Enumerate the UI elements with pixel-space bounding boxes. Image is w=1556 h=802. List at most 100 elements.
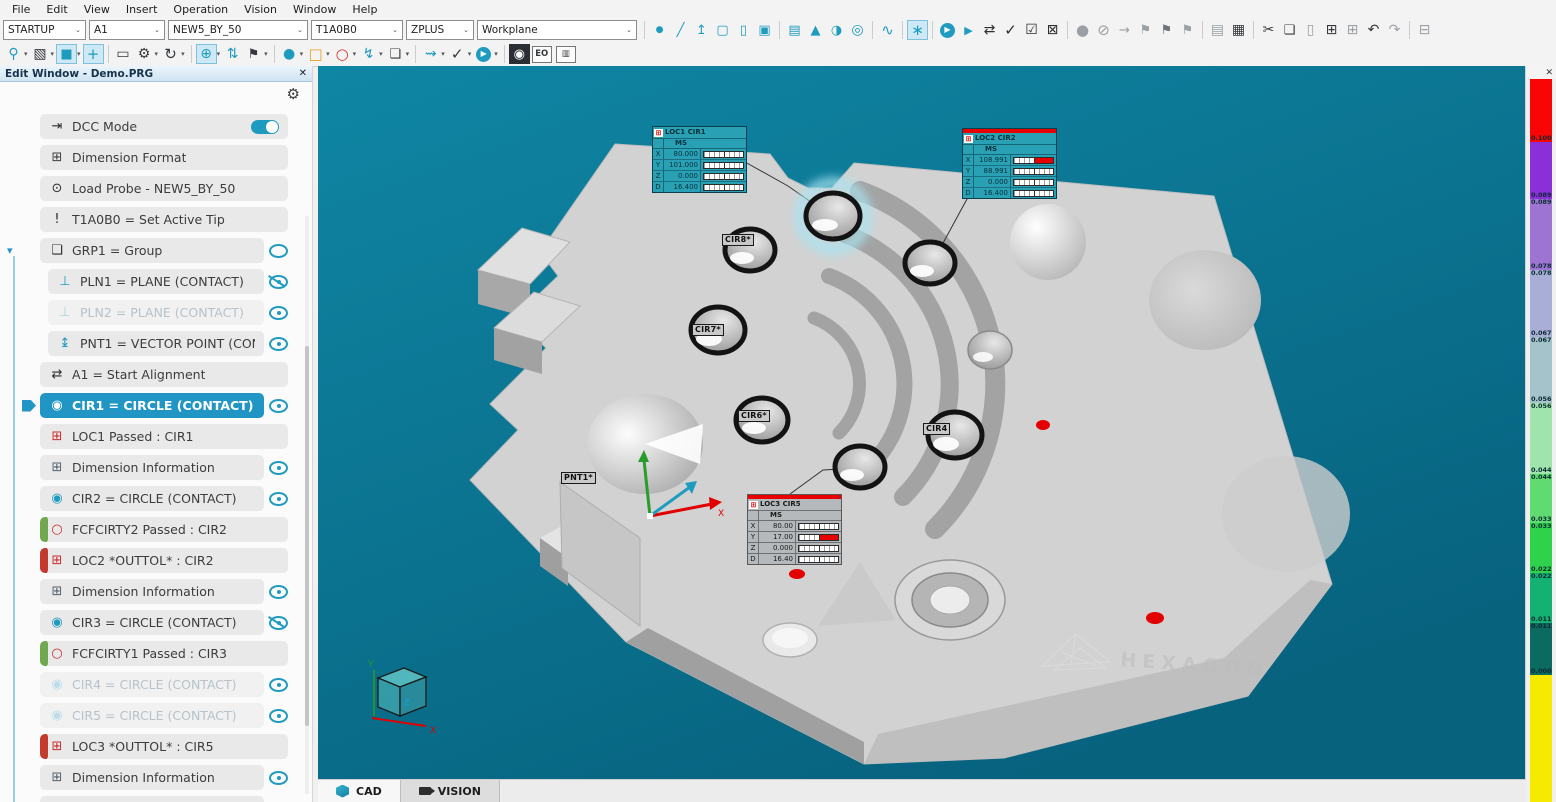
dropdown-caret-icon[interactable]: ▾ bbox=[77, 50, 81, 58]
dcc-mode-toggle[interactable] bbox=[251, 120, 279, 134]
cir1[interactable]: ◉CIR1 = CIRCLE (CONTACT) bbox=[40, 393, 264, 418]
execute-from-cursor-icon[interactable]: ▶ bbox=[958, 20, 979, 40]
undo-icon[interactable]: ↶ bbox=[1363, 20, 1384, 40]
cir-highlighted-hole[interactable] bbox=[800, 183, 866, 249]
loop-icon[interactable]: ⇄ bbox=[979, 20, 1000, 40]
dim-info-2[interactable]: ⊞Dimension Information bbox=[40, 579, 264, 604]
close-icon[interactable]: ✕ bbox=[299, 68, 307, 79]
view-setup-icon[interactable]: ▧ bbox=[30, 44, 51, 64]
scrollbar[interactable] bbox=[305, 216, 309, 794]
pages-icon[interactable]: ❏ bbox=[385, 44, 406, 64]
quick-align-icon[interactable]: ↯ bbox=[358, 44, 379, 64]
eye-icon[interactable] bbox=[269, 337, 288, 351]
vector-point-feature-icon[interactable]: ↥ bbox=[691, 20, 712, 40]
bookmark-insert-icon[interactable]: ⚑ bbox=[1156, 20, 1177, 40]
cir2[interactable]: ◉CIR2 = CIRCLE (CONTACT) bbox=[40, 486, 264, 511]
fcfcirty2[interactable]: ○FCFCIRTY2 Passed : CIR2 bbox=[40, 517, 288, 542]
dropdown-caret-icon[interactable]: ▾ bbox=[181, 50, 185, 58]
dropdown-caret-icon[interactable]: ▾ bbox=[379, 50, 383, 58]
edit-window-titlebar[interactable]: Edit Window - Demo.PRG ✕ bbox=[0, 66, 312, 82]
cir3[interactable]: ◉CIR3 = CIRCLE (CONTACT) bbox=[40, 610, 264, 635]
vector-tool-icon[interactable]: ⇅ bbox=[222, 44, 243, 64]
toolbar-dropdown-workplane[interactable]: Workplane⌄ bbox=[477, 20, 637, 40]
redo-icon[interactable]: ↷ bbox=[1384, 20, 1405, 40]
comment-icon[interactable]: ▭ bbox=[113, 44, 134, 64]
dim-info-1[interactable]: ⊞Dimension Information bbox=[40, 455, 264, 480]
toolbar-dropdown-zplus[interactable]: ZPLUS⌄ bbox=[406, 20, 474, 40]
summary-mode-icon[interactable]: ▤ bbox=[1207, 20, 1228, 40]
cir5-hole[interactable] bbox=[835, 446, 885, 488]
eye-icon[interactable] bbox=[269, 461, 288, 475]
eye-icon[interactable] bbox=[269, 709, 288, 723]
report-pass-icon[interactable]: ☑ bbox=[1021, 20, 1042, 40]
confirm-icon[interactable]: ✓ bbox=[447, 44, 468, 64]
dimension-format[interactable]: ⊞Dimension Format bbox=[40, 145, 288, 170]
a1-start-alignment[interactable]: ⇄A1 = Start Alignment bbox=[40, 362, 288, 387]
play-icon[interactable]: ▶ bbox=[476, 47, 491, 62]
pln1[interactable]: ⊥PLN1 = PLANE (CONTACT) bbox=[48, 269, 264, 294]
eye-icon[interactable] bbox=[269, 771, 288, 785]
dropdown-caret-icon[interactable]: ▾ bbox=[406, 50, 410, 58]
grp1-group[interactable]: ❏GRP1 = Group bbox=[40, 238, 264, 263]
cut-icon[interactable]: ✂ bbox=[1258, 20, 1279, 40]
report-fail-icon[interactable]: ⊠ bbox=[1042, 20, 1063, 40]
eye-icon[interactable] bbox=[269, 678, 288, 692]
dropdown-caret-icon[interactable]: ▾ bbox=[468, 50, 472, 58]
print-icon[interactable]: ⊟ bbox=[1414, 20, 1435, 40]
probe-mode-icon[interactable]: ⚲ bbox=[3, 44, 24, 64]
tree-collapse-caret[interactable]: ▾ bbox=[7, 244, 13, 257]
done-icon[interactable]: ✓ bbox=[1000, 20, 1021, 40]
cad-3d-view[interactable]: X Y X Z HEXAGON bbox=[318, 66, 1526, 780]
circle-tool-icon[interactable]: ○ bbox=[332, 44, 353, 64]
gear-icon[interactable]: ⚙ bbox=[287, 85, 300, 103]
loc2-cir2-label[interactable]: ⊞LOC2 CIR2MSX108.991Y88.991Z0.000D16.400 bbox=[962, 128, 1057, 199]
circle-feature-icon[interactable]: ▢ bbox=[712, 20, 733, 40]
curve-feature-icon[interactable]: ∿ bbox=[877, 20, 898, 40]
paste-special-icon[interactable]: ⊞ bbox=[1321, 20, 1342, 40]
menu-file[interactable]: File bbox=[4, 3, 38, 16]
solid-view-icon[interactable]: ■ bbox=[56, 44, 77, 64]
scrollbar-thumb[interactable] bbox=[305, 346, 309, 726]
cone-feature-icon[interactable]: ▲ bbox=[805, 20, 826, 40]
execute-program-icon[interactable]: ▶ bbox=[940, 23, 955, 38]
feature-list-icon[interactable]: ⚑ bbox=[243, 44, 264, 64]
toolbar-dropdown-a1[interactable]: A1⌄ bbox=[89, 20, 165, 40]
sphere-feature-icon[interactable]: ◑ bbox=[826, 20, 847, 40]
bookmark-icon[interactable]: ⚑ bbox=[1135, 20, 1156, 40]
eye-icon[interactable] bbox=[269, 399, 288, 413]
toolbar-dropdown-startup[interactable]: STARTUP⌄ bbox=[3, 20, 86, 40]
eye-icon[interactable] bbox=[269, 306, 288, 320]
menu-help[interactable]: Help bbox=[344, 3, 385, 16]
stop-icon[interactable]: ● bbox=[1072, 20, 1093, 40]
eye-icon[interactable] bbox=[269, 492, 288, 506]
sphere-tool-icon[interactable]: ● bbox=[279, 44, 300, 64]
rectangle-tool-icon[interactable]: □ bbox=[305, 44, 326, 64]
bookmark-remove-icon[interactable]: ⚑ bbox=[1177, 20, 1198, 40]
dropdown-caret-icon[interactable]: ▾ bbox=[51, 50, 55, 58]
torus-feature-icon[interactable]: ◎ bbox=[847, 20, 868, 40]
dropdown-caret-icon[interactable]: ▾ bbox=[24, 50, 28, 58]
path-tool-icon[interactable]: ⇝ bbox=[420, 44, 441, 64]
cir5[interactable]: ◉CIR5 = CIRCLE (CONTACT) bbox=[40, 703, 264, 728]
toolbar-dropdown-new5_by_50[interactable]: NEW5_BY_50⌄ bbox=[168, 20, 308, 40]
eye-icon[interactable] bbox=[269, 585, 288, 599]
dropdown-caret-icon[interactable]: ▾ bbox=[155, 50, 159, 58]
cir2-hole[interactable] bbox=[905, 242, 955, 284]
break-icon[interactable]: ⊘ bbox=[1093, 20, 1114, 40]
pnt1[interactable]: ↨PNT1 = VECTOR POINT (CONTAC bbox=[48, 331, 264, 356]
loc1[interactable]: ⊞LOC1 Passed : CIR1 bbox=[40, 424, 288, 449]
toolbar-dropdown-t1a0b0[interactable]: T1A0B0⌄ bbox=[311, 20, 403, 40]
cir8-tag[interactable]: CIR8* bbox=[722, 234, 754, 246]
command-mode-icon[interactable]: ▦ bbox=[1228, 20, 1249, 40]
tab-cad[interactable]: CAD bbox=[318, 780, 400, 802]
cir4-hole[interactable] bbox=[928, 412, 982, 458]
menu-operation[interactable]: Operation bbox=[165, 3, 236, 16]
dropdown-caret-icon[interactable]: ▾ bbox=[353, 50, 357, 58]
visibility-circle-icon[interactable] bbox=[269, 244, 288, 258]
set-active-tip[interactable]: !T1A0B0 = Set Active Tip bbox=[40, 207, 288, 232]
menu-window[interactable]: Window bbox=[285, 3, 344, 16]
menu-view[interactable]: View bbox=[76, 3, 118, 16]
eye-off-icon[interactable] bbox=[269, 275, 288, 289]
loc3-cir5-label[interactable]: ⊞LOC3 CIR5MSX80.00Y17.00Z0.000D16.40 bbox=[747, 494, 842, 565]
menu-vision[interactable]: Vision bbox=[236, 3, 285, 16]
